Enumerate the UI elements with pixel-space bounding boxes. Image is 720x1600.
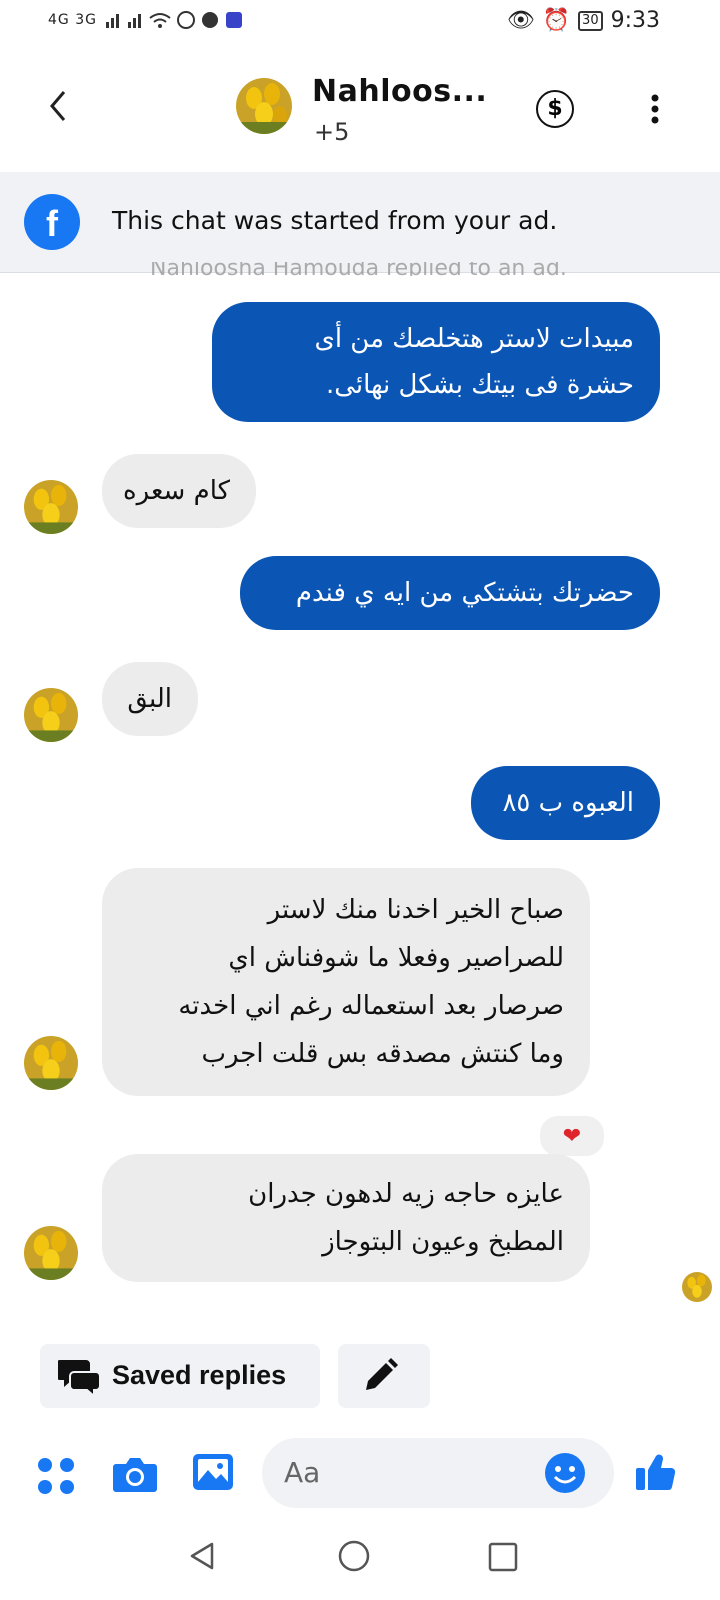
message-line: صباح الخير اخدنا منك لاستر bbox=[267, 895, 564, 925]
message-line: مبيدات لاستر هتخلصك من أى bbox=[314, 324, 634, 354]
nav-home-icon[interactable] bbox=[338, 1540, 370, 1576]
replied-to-ad-text: Nahloosha Hamouda replied to an ad. bbox=[150, 262, 567, 276]
avatar[interactable] bbox=[24, 480, 78, 534]
emoji-icon[interactable] bbox=[544, 1452, 586, 1498]
message-bubble-outgoing[interactable]: حضرتك بتشتكي من ايه ي فندم bbox=[240, 556, 660, 630]
message-line: البق bbox=[127, 684, 172, 714]
signal-icons bbox=[106, 11, 243, 29]
status-right: 👁 ⏰ 30 9:33 bbox=[507, 8, 660, 33]
battery-icon: 30 bbox=[578, 10, 603, 31]
avatar[interactable] bbox=[24, 688, 78, 742]
message-bubble-outgoing[interactable]: العبوه ب ٨٥ bbox=[471, 766, 660, 840]
message-bubble-incoming[interactable]: كام سعره bbox=[102, 454, 256, 528]
saved-replies-label: Saved replies bbox=[112, 1360, 287, 1390]
more-options-icon[interactable] bbox=[650, 94, 660, 124]
camera-icon[interactable] bbox=[112, 1454, 158, 1498]
facebook-icon: f bbox=[24, 194, 80, 250]
message-line: حضرتك بتشتكي من ايه ي فندم bbox=[295, 578, 634, 608]
clock: 9:33 bbox=[610, 8, 660, 33]
like-icon[interactable] bbox=[634, 1450, 678, 1498]
message-line: للصراصير وفعلا ما شوفناش اي bbox=[228, 943, 564, 973]
message-line: صرصار بعد استعماله رغم اني اخدته bbox=[178, 991, 564, 1021]
message-line: حشرة فى بيتك بشكل نهائى. bbox=[325, 370, 634, 400]
heart-reaction-icon[interactable]: ❤ bbox=[538, 1114, 606, 1158]
network-label: 4G 3G bbox=[48, 12, 97, 28]
status-bar: 4G 3G 👁 ⏰ 30 9:33 bbox=[0, 0, 720, 44]
message-line: العبوه ب ٨٥ bbox=[502, 788, 634, 818]
participant-count: +5 bbox=[314, 118, 350, 146]
dollar-icon[interactable]: $ bbox=[536, 90, 574, 128]
eye-icon: 👁 bbox=[506, 8, 535, 33]
apps-icon[interactable] bbox=[36, 1456, 76, 1500]
seen-receipt-avatar bbox=[682, 1272, 712, 1302]
gallery-icon[interactable] bbox=[192, 1452, 234, 1496]
nav-recents-icon[interactable] bbox=[488, 1542, 518, 1576]
chat-bubbles-icon bbox=[56, 1356, 102, 1400]
avatar[interactable] bbox=[24, 1036, 78, 1090]
page-title[interactable]: Nahloos... bbox=[312, 74, 487, 109]
network-indicators: 4G 3G bbox=[48, 10, 256, 30]
message-bubble-outgoing[interactable]: مبيدات لاستر هتخلصك من أى حشرة فى بيتك ب… bbox=[212, 302, 660, 422]
avatar[interactable] bbox=[236, 78, 292, 134]
ad-banner-text: This chat was started from your ad. bbox=[112, 206, 558, 235]
message-bubble-incoming[interactable]: عايزه حاجه زيه لدهون جدران المطبخ وعيون … bbox=[102, 1154, 590, 1282]
alarm-icon: ⏰ bbox=[542, 8, 571, 33]
message-line: المطبخ وعيون البتوجاز bbox=[322, 1227, 564, 1257]
avatar[interactable] bbox=[24, 1226, 78, 1280]
message-bubble-incoming[interactable]: البق bbox=[102, 662, 198, 736]
message-line: وما كنتش مصدقه بس قلت اجرب bbox=[201, 1039, 564, 1069]
message-input-placeholder: Aa bbox=[284, 1456, 321, 1489]
message-line: كام سعره bbox=[123, 476, 230, 506]
back-icon[interactable] bbox=[40, 88, 76, 124]
nav-back-icon[interactable] bbox=[186, 1540, 218, 1576]
message-bubble-incoming[interactable]: صباح الخير اخدنا منك لاستر للصراصير وفعل… bbox=[102, 868, 590, 1096]
message-line: عايزه حاجه زيه لدهون جدران bbox=[248, 1179, 564, 1209]
pencil-icon bbox=[360, 1356, 400, 1400]
